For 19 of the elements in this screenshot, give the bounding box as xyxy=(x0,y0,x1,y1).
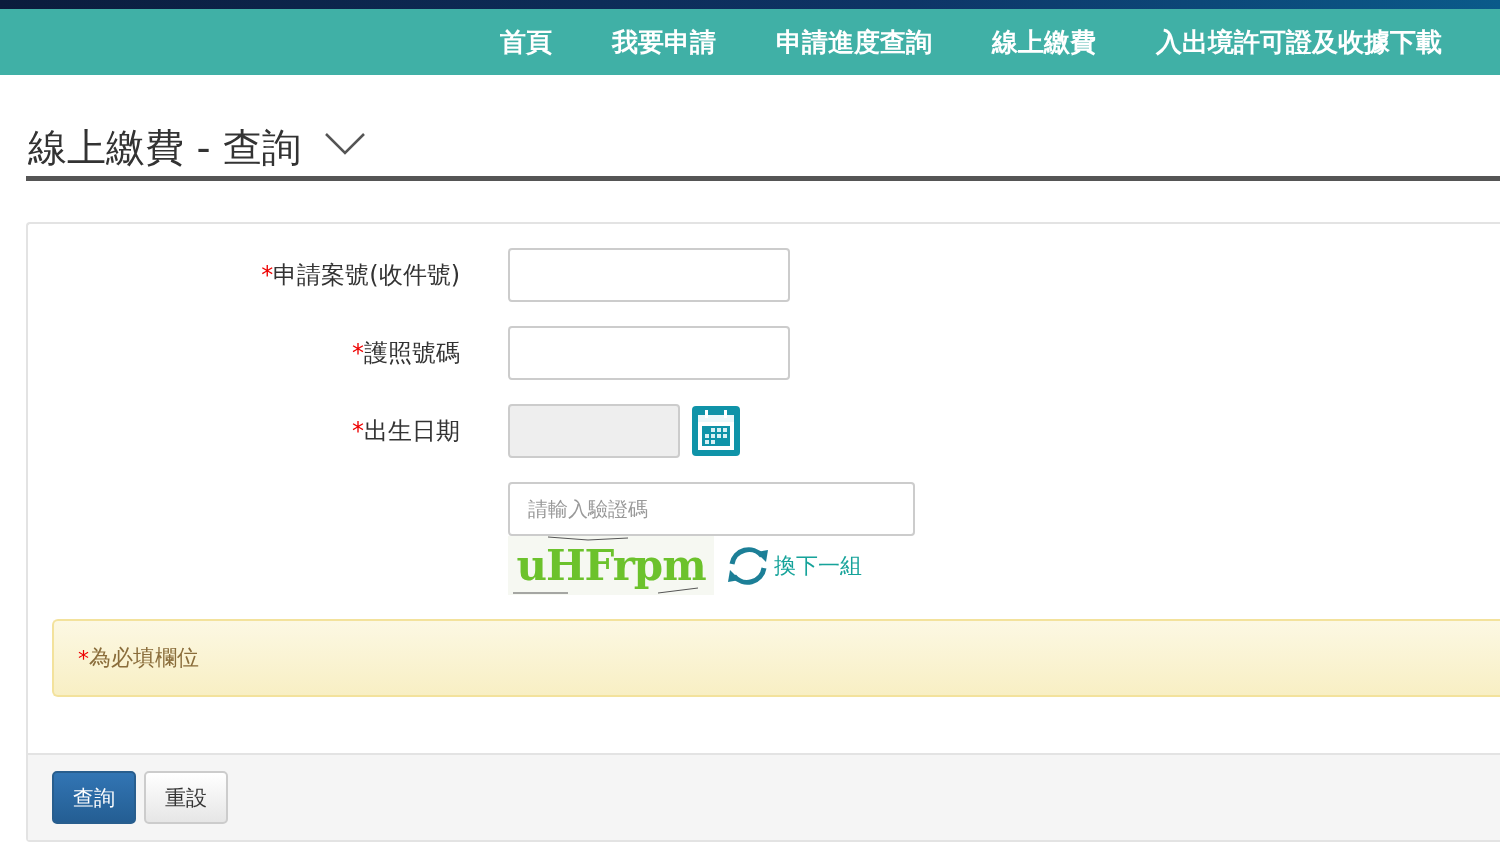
nav-link[interactable]: 申請進度查詢 xyxy=(776,24,932,60)
reset-button[interactable]: 重設 xyxy=(144,771,228,824)
nav-link[interactable]: 我要申請 xyxy=(612,24,716,60)
captcha-input-field[interactable]: 請輸入驗證碼 xyxy=(508,482,915,536)
input-field[interactable] xyxy=(508,248,790,302)
field-label: *出生日期 xyxy=(351,416,460,447)
input-field[interactable] xyxy=(508,326,790,380)
nav-link[interactable]: 首頁 xyxy=(500,24,552,60)
calendar-icon[interactable] xyxy=(692,406,740,456)
captcha-image: uHFrpm xyxy=(508,536,714,595)
nav-link[interactable]: 線上繳費 xyxy=(992,24,1096,60)
chevron-down-icon[interactable] xyxy=(324,132,365,156)
field-label: *護照號碼 xyxy=(351,338,460,369)
required-notice: *為必填欄位 xyxy=(52,619,1500,697)
refresh-link[interactable]: 換下一組 xyxy=(724,541,862,590)
field-label: *申請案號(收件號) xyxy=(260,260,460,291)
search-button[interactable]: 查詢 xyxy=(52,771,136,824)
nav-link[interactable]: 入出境許可證及收據下載 xyxy=(1156,24,1442,60)
page-title: 線上繳費 - 查詢 xyxy=(28,124,301,172)
